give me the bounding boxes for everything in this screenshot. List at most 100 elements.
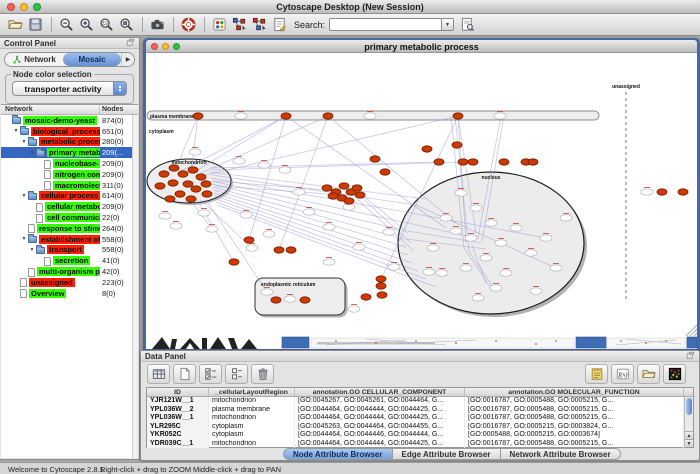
attribute-checklist-icon[interactable]	[199, 364, 222, 384]
small-node[interactable]	[383, 229, 395, 235]
node[interactable]	[376, 283, 386, 289]
small-node[interactable]	[323, 224, 335, 230]
small-node[interactable]	[490, 285, 502, 291]
small-node[interactable]	[550, 265, 562, 271]
small-node[interactable]	[540, 235, 552, 241]
tab-overflow-arrow-icon[interactable]: ▶	[121, 53, 134, 66]
float-panel-icon[interactable]	[126, 38, 135, 49]
table-row[interactable]: YJR121W__1mitochondrion[GO:0045267, GO:0…	[147, 397, 693, 406]
delete-attribute-icon[interactable]	[251, 364, 274, 384]
small-node[interactable]	[388, 264, 400, 270]
node-color-dropdown[interactable]: transporter activity ▲▼	[12, 81, 127, 96]
node[interactable]	[201, 181, 211, 187]
small-node[interactable]	[284, 296, 296, 302]
node[interactable]	[323, 113, 333, 119]
node[interactable]	[286, 247, 296, 253]
node[interactable]	[186, 196, 196, 202]
save-session-icon[interactable]	[26, 15, 45, 34]
node[interactable]	[155, 183, 165, 189]
node[interactable]	[202, 191, 212, 197]
small-node[interactable]	[343, 204, 355, 210]
tree-row[interactable]: ▼establishment of lo558(0)	[1, 234, 138, 245]
network-graph[interactable]: plasma membranecytoplasmmitochondrionnuc…	[146, 53, 697, 336]
node[interactable]	[281, 113, 291, 119]
small-node[interactable]	[303, 209, 315, 215]
table-column-header[interactable]: annotation.GO MOLECULAR_FUNCTION	[465, 388, 684, 396]
small-node[interactable]	[472, 295, 484, 301]
small-node[interactable]	[460, 265, 472, 271]
create-attribute-icon[interactable]	[173, 364, 196, 384]
small-node[interactable]	[261, 289, 273, 295]
small-node[interactable]	[323, 259, 335, 265]
node[interactable]	[159, 171, 169, 177]
snapshot-icon[interactable]	[148, 15, 167, 34]
node[interactable]	[274, 247, 284, 253]
node[interactable]	[183, 181, 193, 187]
small-node[interactable]	[240, 212, 252, 218]
small-node[interactable]	[510, 225, 522, 231]
zoom-fit-icon[interactable]	[117, 15, 136, 34]
scroll-down-icon[interactable]: ▼	[685, 439, 693, 447]
small-node[interactable]	[641, 189, 653, 195]
table-column-header[interactable]: _cellularLayoutRegion	[209, 388, 295, 396]
table-row[interactable]: YLR295Ccytoplasm[GO:0045263, GO:0044464,…	[147, 423, 693, 432]
node[interactable]	[339, 183, 349, 189]
small-node[interactable]	[436, 270, 448, 276]
node[interactable]	[528, 159, 538, 165]
notepad-icon[interactable]	[585, 364, 608, 384]
small-node[interactable]	[495, 240, 507, 246]
node[interactable]	[434, 159, 444, 165]
node[interactable]	[458, 159, 468, 165]
small-node[interactable]	[470, 205, 482, 211]
tree-row[interactable]: ▼biological_process651(0)	[1, 126, 138, 137]
expander-icon[interactable]: ▼	[20, 193, 28, 199]
table-row[interactable]: YKR052Ccytoplasm[GO:0044464, GO:0044446,…	[147, 431, 693, 440]
table-column-header[interactable]: ID	[147, 388, 209, 396]
open-session-icon[interactable]	[6, 15, 25, 34]
tree-row[interactable]: ▼cellular process614(0)	[1, 191, 138, 202]
node[interactable]	[361, 294, 371, 300]
node[interactable]	[352, 185, 362, 191]
small-node[interactable]	[450, 228, 462, 234]
table-row[interactable]: YDR039C__1mitochondrion[GO:0044464, GO:0…	[147, 440, 693, 449]
small-node[interactable]	[485, 220, 497, 226]
expander-icon[interactable]: ▼	[20, 236, 28, 242]
tree-row[interactable]: ▼primary metabolic process209(...	[1, 147, 138, 158]
small-node[interactable]	[170, 223, 182, 229]
node[interactable]	[380, 169, 390, 175]
vizmapper-icon[interactable]	[210, 15, 229, 34]
small-node[interactable]	[353, 244, 365, 250]
tree-row[interactable]: unassigned223(0)	[1, 277, 138, 288]
small-node[interactable]	[427, 245, 439, 251]
tab-network[interactable]: Network	[5, 53, 63, 66]
small-node[interactable]	[246, 245, 258, 251]
tree-row[interactable]: Overview8(0)	[1, 288, 138, 299]
tab-edge-attribute-browser[interactable]: Edge Attribute Browser	[393, 448, 501, 460]
table-row[interactable]: YPL036W__1mitochondrion[GO:0044464, GO:0…	[147, 414, 693, 423]
node[interactable]	[422, 146, 432, 152]
tree-row[interactable]: ▼metabolic process280(0)	[1, 137, 138, 148]
zoom-in-icon[interactable]	[77, 15, 96, 34]
tab-mosaic[interactable]: Mosaic	[63, 53, 121, 66]
node[interactable]	[376, 276, 386, 282]
small-node[interactable]	[258, 162, 270, 168]
small-node[interactable]	[198, 210, 210, 216]
node[interactable]	[453, 113, 463, 119]
attribute-matrix-icon[interactable]	[663, 364, 686, 384]
table-row[interactable]: YPL036W__2plasma membrane[GO:0044464, GO…	[147, 406, 693, 415]
table-column-header[interactable]: annotation.GO CELLULAR_COMPONENT	[295, 388, 465, 396]
tree-row[interactable]: response to stimulu264(0)	[1, 223, 138, 234]
tree-row[interactable]: macromolecule311(0)	[1, 180, 138, 191]
small-node[interactable]	[440, 215, 452, 221]
import-attributes-icon[interactable]	[637, 364, 660, 384]
help-icon[interactable]	[179, 15, 198, 34]
node[interactable]	[328, 193, 338, 199]
small-node[interactable]	[189, 149, 201, 155]
tree-row[interactable]: cell communicat22(0)	[1, 212, 138, 223]
small-node[interactable]	[206, 226, 218, 232]
layout-a-icon[interactable]	[230, 15, 249, 34]
node[interactable]	[370, 156, 380, 162]
node[interactable]	[657, 189, 667, 195]
node[interactable]	[322, 185, 332, 191]
node[interactable]	[452, 142, 462, 148]
